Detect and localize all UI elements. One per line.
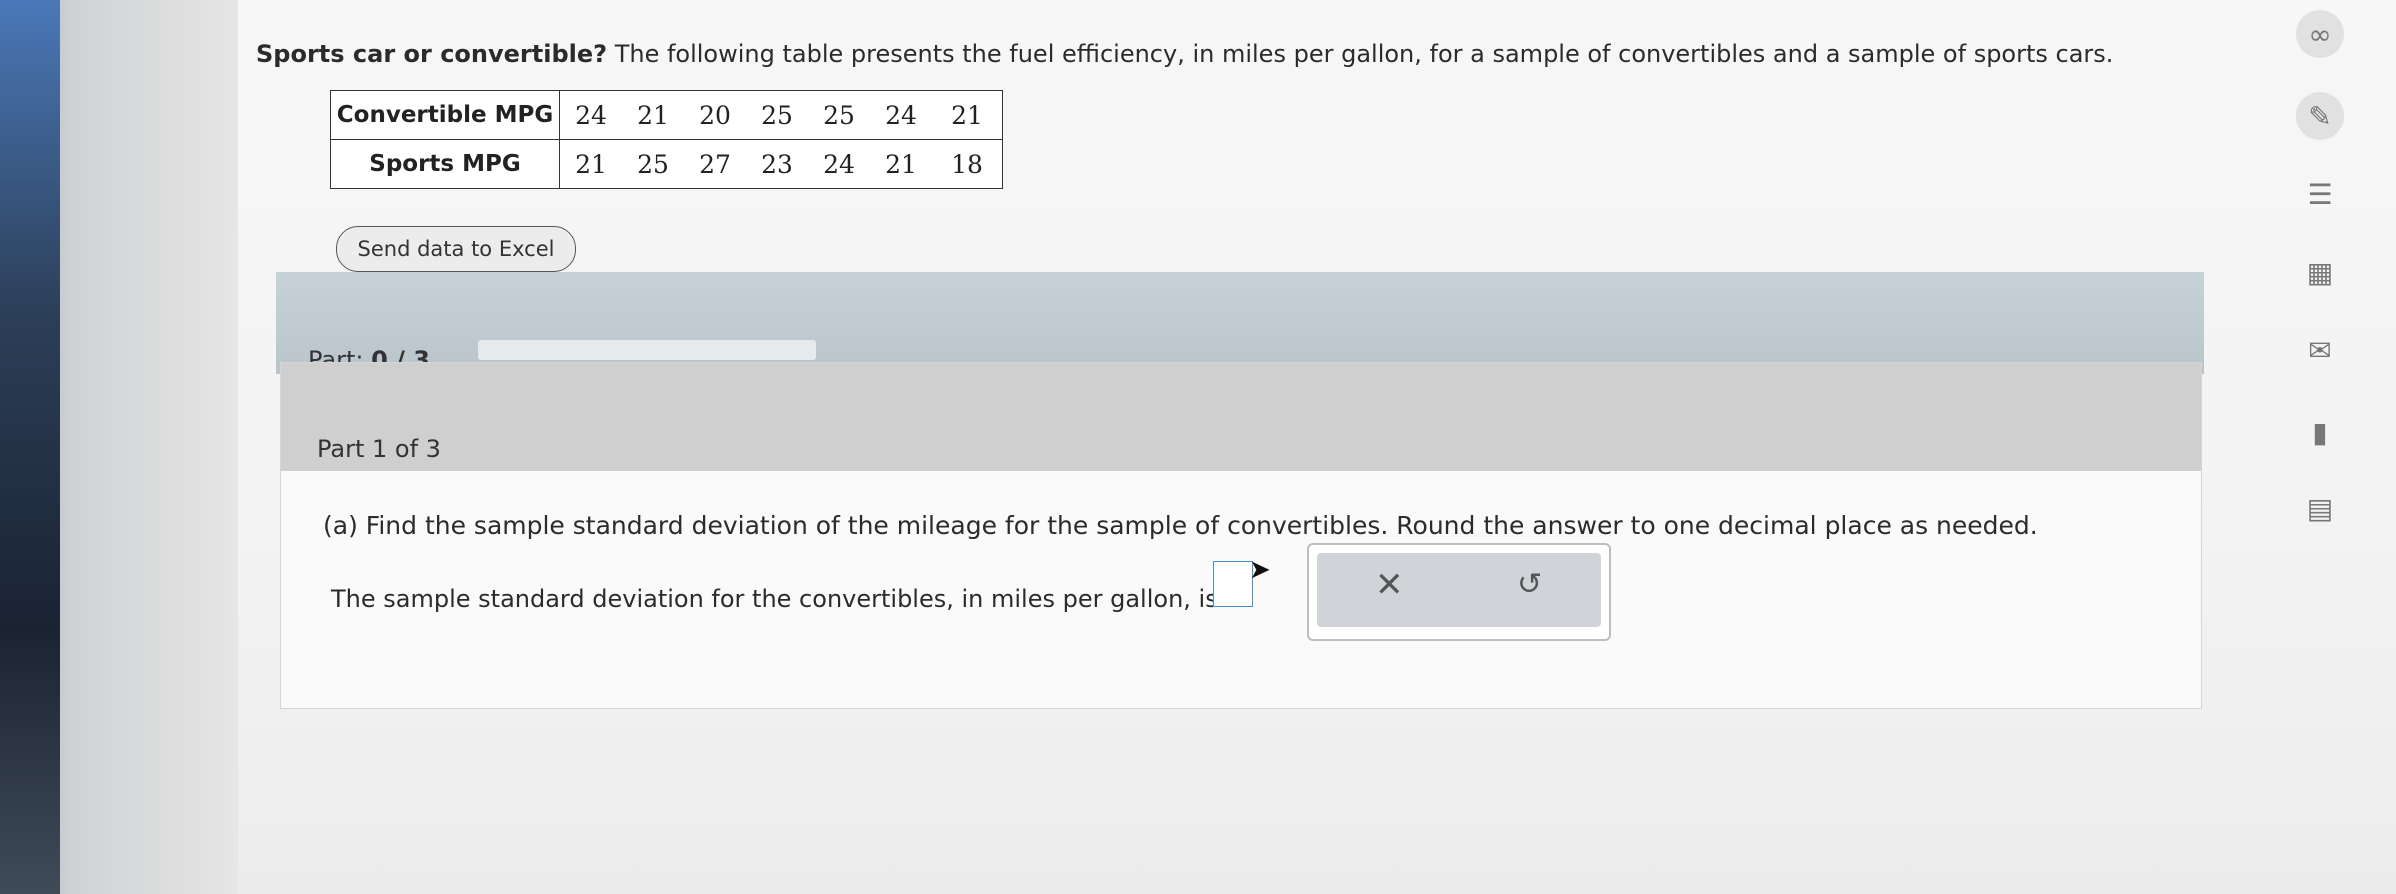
answer-prompt: The sample standard deviation for the co… <box>331 585 1218 613</box>
table-cell: 25 <box>808 90 870 140</box>
row-header: Convertible MPG <box>330 90 560 140</box>
right-toolbar: ∞ ✎ ☰ ▦ ✉ ▮ ▤ <box>2260 0 2396 894</box>
table-row: Sports MPG 21 25 27 23 24 21 18 <box>330 139 1003 189</box>
send-to-excel-button[interactable]: Send data to Excel <box>336 226 576 272</box>
table-cell: 24 <box>870 90 932 140</box>
clear-icon[interactable]: ✕ <box>1375 565 1404 605</box>
table-cell: 24 <box>559 90 622 140</box>
gradebook-icon[interactable]: ▤ <box>2296 484 2344 532</box>
answer-tools: ✕ ↺ <box>1307 543 1611 641</box>
part-header-label: Part 1 of 3 <box>317 435 441 463</box>
table-cell: 21 <box>870 139 932 189</box>
part-progress-track <box>478 340 816 360</box>
answer-tools-panel: ✕ ↺ <box>1317 553 1601 627</box>
table-cell: 21 <box>559 139 622 189</box>
question-text: (a) Find the sample standard deviation o… <box>323 511 2038 540</box>
mpg-table: Convertible MPG 24 21 20 25 25 24 21 Spo… <box>330 90 1003 189</box>
part-card-header: Part 1 of 3 <box>281 363 2201 471</box>
table-cell: 23 <box>746 139 808 189</box>
table-cell: 24 <box>808 139 870 189</box>
mail-icon[interactable]: ✉ <box>2296 326 2344 374</box>
table-cell: 18 <box>932 139 1003 189</box>
table-cell: 20 <box>684 90 746 140</box>
part-card: Part 1 of 3 (a) Find the sample standard… <box>280 362 2202 709</box>
infinity-icon[interactable]: ∞ <box>2296 10 2344 58</box>
edit-icon[interactable]: ✎ <box>2296 92 2344 140</box>
stage: Sports car or convertible? The following… <box>0 0 2396 894</box>
notes-icon[interactable]: ☰ <box>2296 170 2344 218</box>
table-cell: 21 <box>622 90 684 140</box>
chart-icon[interactable]: ▮ <box>2296 408 2344 456</box>
table-cell: 25 <box>746 90 808 140</box>
answer-input[interactable] <box>1213 561 1253 607</box>
problem-title-text: The following table presents the fuel ef… <box>607 40 2114 68</box>
table-cell: 27 <box>684 139 746 189</box>
table-row: Convertible MPG 24 21 20 25 25 24 21 <box>330 90 1003 140</box>
window-bezel <box>0 0 238 894</box>
problem-title: Sports car or convertible? The following… <box>256 40 2156 68</box>
table-cell: 21 <box>932 90 1003 140</box>
problem-title-bold: Sports car or convertible? <box>256 40 608 68</box>
calculator-icon[interactable]: ▦ <box>2296 248 2344 296</box>
undo-icon[interactable]: ↺ <box>1517 567 1542 602</box>
row-header: Sports MPG <box>330 139 560 189</box>
mouse-cursor-icon: ➤ <box>1249 555 1271 585</box>
bezel-strip <box>0 0 60 894</box>
table-cell: 25 <box>622 139 684 189</box>
